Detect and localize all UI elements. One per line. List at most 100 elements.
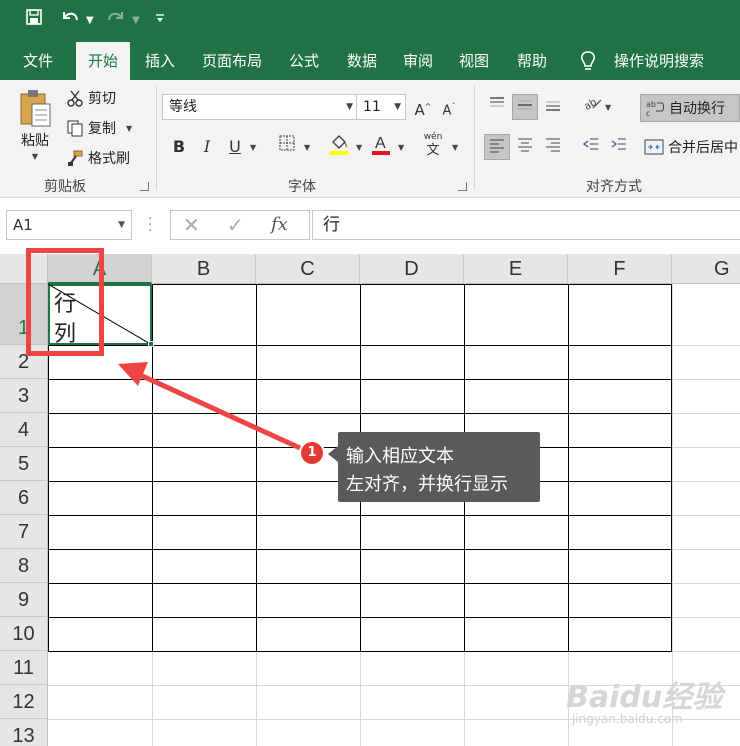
row-header-6[interactable]: 6 — [0, 481, 48, 515]
row-header-11[interactable]: 11 — [0, 651, 48, 685]
right-align-icon — [546, 138, 560, 152]
tab-review[interactable]: 审阅 — [394, 42, 442, 80]
orientation-dropdown-icon[interactable]: ▼ — [605, 103, 611, 112]
borders-dropdown-icon[interactable]: ▼ — [304, 143, 310, 152]
tab-formulas[interactable]: 公式 — [280, 42, 328, 80]
group-separator — [156, 86, 157, 190]
column-header-e[interactable]: E — [464, 254, 568, 284]
right-align-button[interactable] — [540, 134, 566, 160]
top-align-icon — [490, 97, 504, 107]
tab-view[interactable]: 视图 — [450, 42, 498, 80]
row-header-9[interactable]: 9 — [0, 583, 48, 617]
font-name-value: 等线 — [169, 99, 197, 115]
undo-dropdown-icon[interactable]: ▼ — [86, 8, 94, 34]
font-color-button[interactable]: A — [368, 132, 394, 158]
font-name-select[interactable]: 等线 ▼ — [162, 94, 358, 120]
tab-file[interactable]: 文件 — [10, 42, 66, 80]
bold-button[interactable]: B — [166, 134, 192, 160]
tab-home[interactable]: 开始 — [76, 42, 130, 80]
row-header-13[interactable]: 13 — [0, 719, 48, 746]
merge-center-label: 合并后居中 — [668, 140, 738, 156]
decrease-indent-button[interactable] — [578, 134, 604, 160]
row-header-4[interactable]: 4 — [0, 413, 48, 447]
italic-button[interactable]: I — [194, 134, 220, 160]
formula-input[interactable]: 行 — [312, 210, 740, 240]
font-size-select[interactable]: 11 ▼ — [356, 94, 406, 120]
ribbon-tabs: 文件 开始 插入 页面布局 公式 数据 审阅 视图 帮助 操作说明搜索 — [0, 42, 740, 80]
row-header-5[interactable]: 5 — [0, 447, 48, 481]
row-header-10[interactable]: 10 — [0, 617, 48, 651]
formula-bar-grip-icon[interactable]: · · · — [148, 212, 152, 238]
column-header-b[interactable]: B — [152, 254, 256, 284]
paste-dropdown-icon[interactable]: ▼ — [32, 152, 38, 161]
copy-button[interactable]: 复制 ▼ — [66, 118, 132, 138]
decrease-indent-icon — [582, 138, 598, 150]
middle-align-icon — [518, 100, 532, 110]
column-header-f[interactable]: F — [568, 254, 672, 284]
tell-me-search[interactable]: 操作说明搜索 — [604, 42, 714, 80]
gridline — [672, 413, 740, 414]
gridline — [152, 651, 153, 746]
column-header-c[interactable]: C — [256, 254, 360, 284]
merge-center-button[interactable]: 合并后居中 — [644, 134, 740, 160]
confirm-entry-icon[interactable]: ✓ — [227, 213, 244, 237]
scissors-icon — [67, 90, 83, 107]
decrease-font-size-icon[interactable]: Aˇ — [436, 94, 462, 120]
name-box[interactable]: A1 ▼ — [6, 210, 132, 240]
clipboard-dialog-launcher-icon[interactable] — [140, 182, 149, 191]
table-border — [48, 515, 672, 516]
borders-button[interactable] — [274, 134, 300, 160]
center-align-button[interactable] — [512, 134, 538, 160]
table-border — [48, 549, 672, 550]
orientation-button[interactable]: ab — [580, 94, 606, 120]
row-header-12[interactable]: 12 — [0, 685, 48, 719]
paste-icon — [20, 90, 51, 127]
column-header-d[interactable]: D — [360, 254, 464, 284]
row-header-7[interactable]: 7 — [0, 515, 48, 549]
font-color-dropdown-icon[interactable]: ▼ — [398, 143, 404, 152]
table-border — [671, 284, 672, 651]
underline-button[interactable]: U — [222, 134, 248, 160]
quick-access-toolbar: ▼ ▼ — [0, 0, 740, 42]
increase-indent-button[interactable] — [606, 134, 632, 160]
paste-button[interactable]: 粘贴 ▼ — [18, 88, 52, 161]
tab-insert[interactable]: 插入 — [136, 42, 184, 80]
group-separator — [474, 86, 475, 190]
format-painter-label: 格式刷 — [88, 151, 130, 167]
top-align-button[interactable] — [484, 94, 510, 120]
increase-font-size-icon[interactable]: A^ — [410, 94, 436, 120]
phonetic-guide-button[interactable]: wén 文 — [420, 130, 446, 158]
phonetic-dropdown-icon[interactable]: ▼ — [452, 143, 458, 152]
fill-color-dropdown-icon[interactable]: ▼ — [356, 143, 362, 152]
insert-function-icon[interactable]: fx — [271, 214, 288, 235]
tab-help[interactable]: 帮助 — [508, 42, 556, 80]
borders-icon — [279, 135, 295, 151]
format-painter-button[interactable]: 格式刷 — [66, 148, 130, 168]
wrap-text-icon: abc — [646, 100, 664, 117]
row-header-3[interactable]: 3 — [0, 379, 48, 413]
font-dialog-launcher-icon[interactable] — [458, 182, 467, 191]
underline-dropdown-icon[interactable]: ▼ — [250, 143, 256, 152]
row-header-8[interactable]: 8 — [0, 549, 48, 583]
column-header-g[interactable]: G — [672, 254, 740, 284]
fill-handle[interactable] — [148, 341, 154, 347]
cancel-entry-icon[interactable]: ✕ — [183, 213, 200, 237]
save-icon[interactable] — [20, 8, 48, 34]
left-align-button[interactable] — [484, 134, 510, 160]
alignment-group-label: 对齐方式 — [586, 179, 642, 195]
undo-icon[interactable] — [56, 8, 84, 34]
copy-dropdown-icon[interactable]: ▼ — [126, 124, 132, 133]
customize-qat-icon[interactable] — [146, 8, 174, 34]
svg-text:A: A — [375, 135, 386, 152]
name-box-value: A1 — [13, 216, 33, 234]
gridline — [672, 379, 740, 380]
wrap-text-button[interactable]: ab c 自动换行 — [640, 94, 740, 122]
fill-color-button[interactable] — [326, 132, 352, 158]
middle-align-button[interactable] — [512, 94, 538, 120]
merge-center-icon — [644, 139, 664, 155]
cut-button[interactable]: 剪切 — [66, 88, 116, 108]
bottom-align-button[interactable] — [540, 94, 566, 120]
tab-page-layout[interactable]: 页面布局 — [194, 42, 270, 80]
gridline — [672, 617, 740, 618]
tab-data[interactable]: 数据 — [338, 42, 386, 80]
